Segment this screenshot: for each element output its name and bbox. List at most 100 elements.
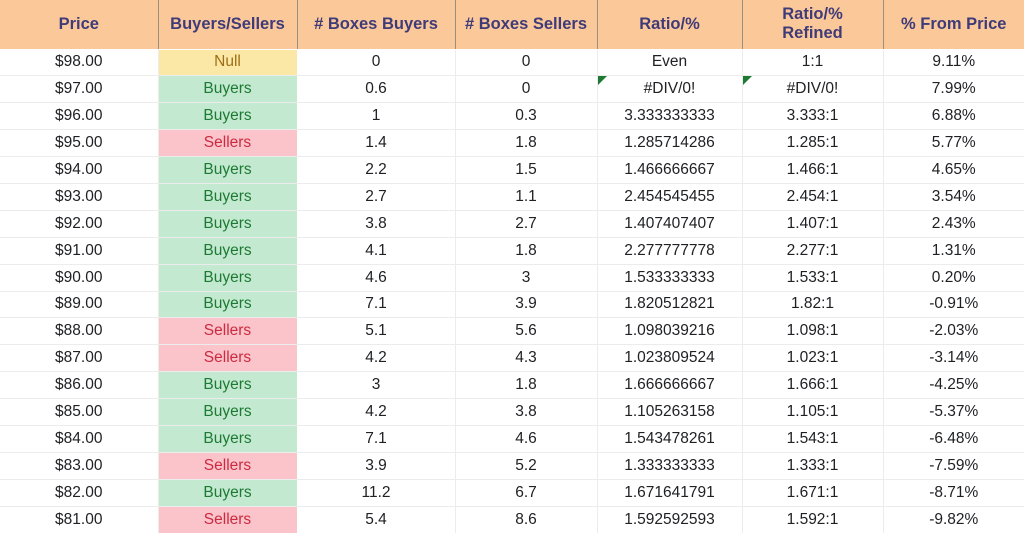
cell-ratio[interactable]: #DIV/0! bbox=[597, 75, 743, 104]
cell-pct-from-price[interactable]: 0.20% bbox=[883, 264, 1024, 292]
cell-ratio[interactable]: 1.592592593 bbox=[597, 506, 743, 533]
cell-price[interactable]: $89.00 bbox=[0, 291, 159, 319]
cell-pct-from-price[interactable]: -5.37% bbox=[883, 398, 1024, 426]
cell-boxes-sellers[interactable]: 1.8 bbox=[455, 237, 598, 265]
cell-buyers-sellers[interactable]: Buyers bbox=[158, 210, 297, 238]
cell-price[interactable]: $96.00 bbox=[0, 102, 159, 131]
cell-buyers-sellers[interactable]: Sellers bbox=[158, 452, 297, 480]
cell-boxes-sellers[interactable]: 6.7 bbox=[455, 479, 598, 507]
cell-price[interactable]: $81.00 bbox=[0, 506, 159, 533]
cell-ratio-refined[interactable]: 1.671:1 bbox=[742, 479, 884, 507]
cell-price[interactable]: $84.00 bbox=[0, 425, 159, 453]
column-header-ratio-refined[interactable]: Ratio/% Refined bbox=[742, 0, 884, 50]
cell-price[interactable]: $98.00 bbox=[0, 49, 159, 77]
cell-boxes-buyers[interactable]: 2.7 bbox=[297, 183, 456, 211]
cell-boxes-sellers[interactable]: 0.3 bbox=[455, 102, 598, 131]
cell-boxes-buyers[interactable]: 3.8 bbox=[297, 210, 456, 238]
cell-ratio-refined[interactable]: 1.666:1 bbox=[742, 371, 884, 400]
cell-buyers-sellers[interactable]: Sellers bbox=[158, 129, 297, 158]
cell-boxes-sellers[interactable]: 3.9 bbox=[455, 291, 598, 319]
cell-ratio[interactable]: 1.820512821 bbox=[597, 291, 743, 319]
cell-pct-from-price[interactable]: -7.59% bbox=[883, 452, 1024, 480]
cell-price[interactable]: $82.00 bbox=[0, 479, 159, 507]
cell-ratio-refined[interactable]: 1.466:1 bbox=[742, 156, 884, 184]
cell-ratio[interactable]: 1.098039216 bbox=[597, 317, 743, 346]
cell-pct-from-price[interactable]: 9.11% bbox=[883, 49, 1024, 77]
cell-price[interactable]: $91.00 bbox=[0, 237, 159, 265]
cell-price[interactable]: $86.00 bbox=[0, 371, 159, 400]
cell-boxes-buyers[interactable]: 1 bbox=[297, 102, 456, 131]
cell-ratio-refined[interactable]: 1.023:1 bbox=[742, 344, 884, 373]
cell-buyers-sellers[interactable]: Sellers bbox=[158, 506, 297, 533]
cell-boxes-sellers[interactable]: 1.8 bbox=[455, 371, 598, 400]
cell-buyers-sellers[interactable]: Buyers bbox=[158, 371, 297, 400]
cell-price[interactable]: $97.00 bbox=[0, 75, 159, 104]
cell-ratio-refined[interactable]: 1.098:1 bbox=[742, 317, 884, 346]
cell-ratio-refined[interactable]: 1.285:1 bbox=[742, 129, 884, 158]
cell-pct-from-price[interactable]: -4.25% bbox=[883, 371, 1024, 400]
cell-ratio-refined[interactable]: 1:1 bbox=[742, 49, 884, 77]
column-header-pct-from-price[interactable]: % From Price bbox=[883, 0, 1024, 50]
cell-pct-from-price[interactable]: 6.88% bbox=[883, 102, 1024, 131]
cell-pct-from-price[interactable]: -9.82% bbox=[883, 506, 1024, 533]
cell-ratio[interactable]: 2.277777778 bbox=[597, 237, 743, 265]
cell-ratio[interactable]: 1.533333333 bbox=[597, 264, 743, 292]
cell-pct-from-price[interactable]: 1.31% bbox=[883, 237, 1024, 265]
cell-boxes-buyers[interactable]: 4.2 bbox=[297, 344, 456, 373]
cell-buyers-sellers[interactable]: Buyers bbox=[158, 237, 297, 265]
cell-price[interactable]: $83.00 bbox=[0, 452, 159, 480]
cell-ratio[interactable]: 1.023809524 bbox=[597, 344, 743, 373]
cell-boxes-buyers[interactable]: 2.2 bbox=[297, 156, 456, 184]
cell-boxes-buyers[interactable]: 0 bbox=[297, 49, 456, 77]
cell-ratio[interactable]: Even bbox=[597, 49, 743, 77]
cell-pct-from-price[interactable]: 7.99% bbox=[883, 75, 1024, 104]
cell-pct-from-price[interactable]: -3.14% bbox=[883, 344, 1024, 373]
cell-ratio[interactable]: 1.666666667 bbox=[597, 371, 743, 400]
cell-ratio-refined[interactable]: 1.333:1 bbox=[742, 452, 884, 480]
cell-buyers-sellers[interactable]: Buyers bbox=[158, 425, 297, 453]
cell-buyers-sellers[interactable]: Buyers bbox=[158, 75, 297, 104]
cell-pct-from-price[interactable]: 5.77% bbox=[883, 129, 1024, 158]
cell-boxes-sellers[interactable]: 0 bbox=[455, 75, 598, 104]
cell-ratio[interactable]: 1.105263158 bbox=[597, 398, 743, 426]
cell-buyers-sellers[interactable]: Sellers bbox=[158, 317, 297, 346]
cell-buyers-sellers[interactable]: Null bbox=[158, 49, 297, 77]
cell-ratio[interactable]: 1.671641791 bbox=[597, 479, 743, 507]
column-header-buyers-sellers[interactable]: Buyers/Sellers bbox=[158, 0, 298, 50]
cell-boxes-sellers[interactable]: 5.2 bbox=[455, 452, 598, 480]
cell-pct-from-price[interactable]: 2.43% bbox=[883, 210, 1024, 238]
cell-boxes-sellers[interactable]: 8.6 bbox=[455, 506, 598, 533]
cell-pct-from-price[interactable]: -0.91% bbox=[883, 291, 1024, 319]
cell-boxes-sellers[interactable]: 2.7 bbox=[455, 210, 598, 238]
cell-boxes-buyers[interactable]: 1.4 bbox=[297, 129, 456, 158]
cell-ratio-refined[interactable]: 1.543:1 bbox=[742, 425, 884, 453]
cell-ratio-refined[interactable]: 1.407:1 bbox=[742, 210, 884, 238]
cell-boxes-sellers[interactable]: 3 bbox=[455, 264, 598, 292]
cell-ratio-refined[interactable]: 1.82:1 bbox=[742, 291, 884, 319]
cell-price[interactable]: $94.00 bbox=[0, 156, 159, 184]
cell-ratio[interactable]: 2.454545455 bbox=[597, 183, 743, 211]
cell-ratio-refined[interactable]: 2.454:1 bbox=[742, 183, 884, 211]
cell-boxes-buyers[interactable]: 3.9 bbox=[297, 452, 456, 480]
cell-price[interactable]: $87.00 bbox=[0, 344, 159, 373]
cell-pct-from-price[interactable]: 3.54% bbox=[883, 183, 1024, 211]
cell-boxes-buyers[interactable]: 4.6 bbox=[297, 264, 456, 292]
cell-boxes-buyers[interactable]: 5.4 bbox=[297, 506, 456, 533]
cell-ratio[interactable]: 1.407407407 bbox=[597, 210, 743, 238]
cell-boxes-sellers[interactable]: 1.5 bbox=[455, 156, 598, 184]
cell-price[interactable]: $85.00 bbox=[0, 398, 159, 426]
column-header-boxes-sellers[interactable]: # Boxes Sellers bbox=[455, 0, 598, 50]
cell-boxes-buyers[interactable]: 7.1 bbox=[297, 291, 456, 319]
cell-ratio[interactable]: 1.333333333 bbox=[597, 452, 743, 480]
cell-ratio[interactable]: 3.333333333 bbox=[597, 102, 743, 131]
cell-buyers-sellers[interactable]: Buyers bbox=[158, 398, 297, 426]
cell-boxes-sellers[interactable]: 5.6 bbox=[455, 317, 598, 346]
cell-pct-from-price[interactable]: -6.48% bbox=[883, 425, 1024, 453]
cell-boxes-sellers[interactable]: 1.1 bbox=[455, 183, 598, 211]
cell-ratio-refined[interactable]: 3.333:1 bbox=[742, 102, 884, 131]
cell-ratio-refined[interactable]: 1.533:1 bbox=[742, 264, 884, 292]
cell-pct-from-price[interactable]: -2.03% bbox=[883, 317, 1024, 346]
cell-boxes-sellers[interactable]: 4.6 bbox=[455, 425, 598, 453]
cell-boxes-buyers[interactable]: 4.1 bbox=[297, 237, 456, 265]
cell-boxes-sellers[interactable]: 4.3 bbox=[455, 344, 598, 373]
